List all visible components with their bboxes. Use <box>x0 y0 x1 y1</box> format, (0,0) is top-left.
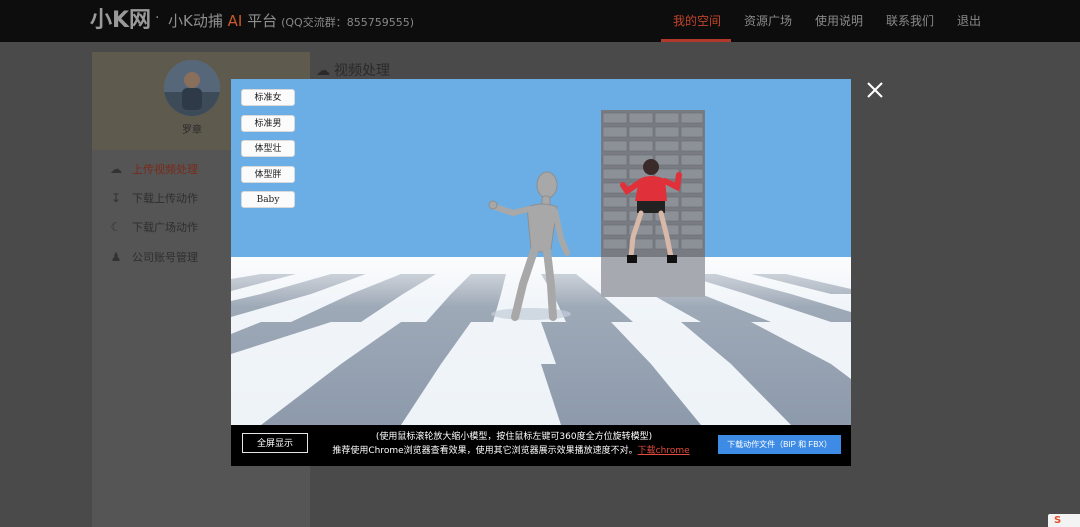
download-icon: ↧ <box>110 191 122 205</box>
user-lock-icon: ♟ <box>110 250 122 264</box>
menu-label: 下载上传动作 <box>132 192 198 205</box>
site-logo[interactable]: 小K网 <box>90 6 151 36</box>
download-motion-file-button[interactable]: 下载动作文件（BIP 和 FBX） <box>718 435 841 454</box>
dance-video-frame <box>601 110 705 297</box>
brand-ai: AI <box>227 12 243 30</box>
logo-separator: · <box>155 10 160 26</box>
nav-contact-us[interactable]: 联系我们 <box>886 0 934 42</box>
model-baby-button[interactable]: Baby <box>241 191 295 208</box>
menu-label: 公司账号管理 <box>132 251 198 264</box>
model-heavy-build-button[interactable]: 体型胖 <box>241 166 295 183</box>
username: 罗章 <box>182 125 202 136</box>
avatar[interactable] <box>164 60 220 116</box>
nav-active-indicator <box>661 39 731 42</box>
corner-badge[interactable]: S <box>1048 514 1080 527</box>
page-title-text: 视频处理 <box>334 63 390 79</box>
menu-download-square[interactable]: ☾ 下载广场动作 <box>108 217 198 237</box>
figure-shadow <box>491 308 571 320</box>
3d-scene <box>231 79 851 425</box>
menu-label: 下载广场动作 <box>132 221 198 234</box>
nav-instructions[interactable]: 使用说明 <box>815 0 863 42</box>
nav-my-space[interactable]: 我的空间 <box>673 0 721 42</box>
nav-logout[interactable]: 退出 <box>957 0 981 42</box>
s-logo-icon: S <box>1054 515 1062 526</box>
menu-account-manage[interactable]: ♟ 公司账号管理 <box>108 247 198 267</box>
nav-resource-square[interactable]: 资源广场 <box>744 0 792 42</box>
avatar-photo <box>164 60 220 116</box>
page-title: ☁ 视频处理 <box>316 60 390 80</box>
upload-cloud-icon: ☁ <box>316 63 330 79</box>
brand-suffix: 平台 <box>247 12 278 30</box>
menu-upload-video[interactable]: ☁ 上传视频处理 <box>108 159 198 179</box>
qq-group: (QQ交流群：855759555) <box>281 16 414 29</box>
brand-title: 小K动捕 AI 平台 (QQ交流群：855759555) <box>168 11 414 33</box>
fullscreen-button[interactable]: 全屏显示 <box>242 433 308 453</box>
brand-prefix: 小K动捕 <box>168 12 223 30</box>
download-chrome-link[interactable]: 下载chrome <box>638 446 690 456</box>
browser-hint-text: 推荐使用Chrome浏览器查看效果，使用其它浏览器展示效果播放速度不对。 <box>332 446 638 456</box>
close-glyph <box>867 82 883 98</box>
menu-label: 上传视频处理 <box>132 163 198 176</box>
floor-fog <box>231 257 851 425</box>
close-icon[interactable] <box>864 79 886 101</box>
preview-modal: 标准女 标准男 体型壮 体型胖 Baby 全屏显示 (使用鼠标滚轮放大缩小模型，… <box>231 79 851 466</box>
model-standard-female-button[interactable]: 标准女 <box>241 89 295 106</box>
planet-icon: ☾ <box>110 220 122 234</box>
mouse-hint: (使用鼠标滚轮放大缩小模型，按住鼠标左键可360度全方位旋转模型) <box>375 432 653 442</box>
3d-viewport[interactable]: 标准女 标准男 体型壮 体型胖 Baby <box>231 79 851 425</box>
model-strong-build-button[interactable]: 体型壮 <box>241 140 295 157</box>
upload-cloud-icon: ☁ <box>110 162 122 176</box>
browser-hint: 推荐使用Chrome浏览器查看效果，使用其它浏览器展示效果播放速度不对。下载ch… <box>311 445 711 458</box>
model-standard-male-button[interactable]: 标准男 <box>241 115 295 132</box>
viewer-controls-bar: 全屏显示 (使用鼠标滚轮放大缩小模型，按住鼠标左键可360度全方位旋转模型) 推… <box>231 425 851 466</box>
menu-download-uploaded[interactable]: ↧ 下载上传动作 <box>108 188 198 208</box>
